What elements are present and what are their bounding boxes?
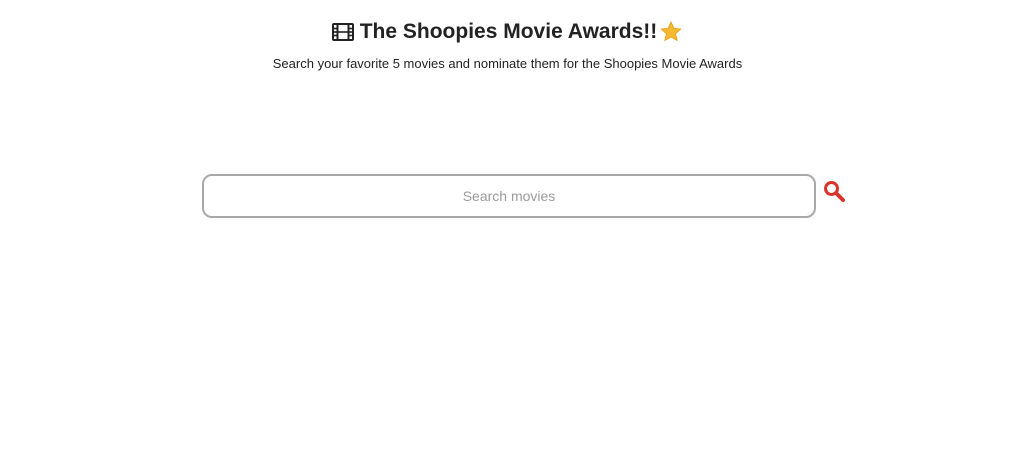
page-subtitle: Search your favorite 5 movies and nomina… [272,56,743,71]
search-button[interactable] [822,179,846,203]
search-icon [824,181,845,202]
header: The Shoopies Movie Awards!! Search your … [0,16,1015,72]
page-title-row: The Shoopies Movie Awards!! [331,16,684,48]
page: The Shoopies Movie Awards!! Search your … [0,0,1015,471]
search-input[interactable] [202,174,816,218]
search-bar [202,174,846,218]
film-icon [331,23,354,41]
star-icon [660,21,682,42]
page-title: The Shoopies Movie Awards!! [359,20,658,43]
